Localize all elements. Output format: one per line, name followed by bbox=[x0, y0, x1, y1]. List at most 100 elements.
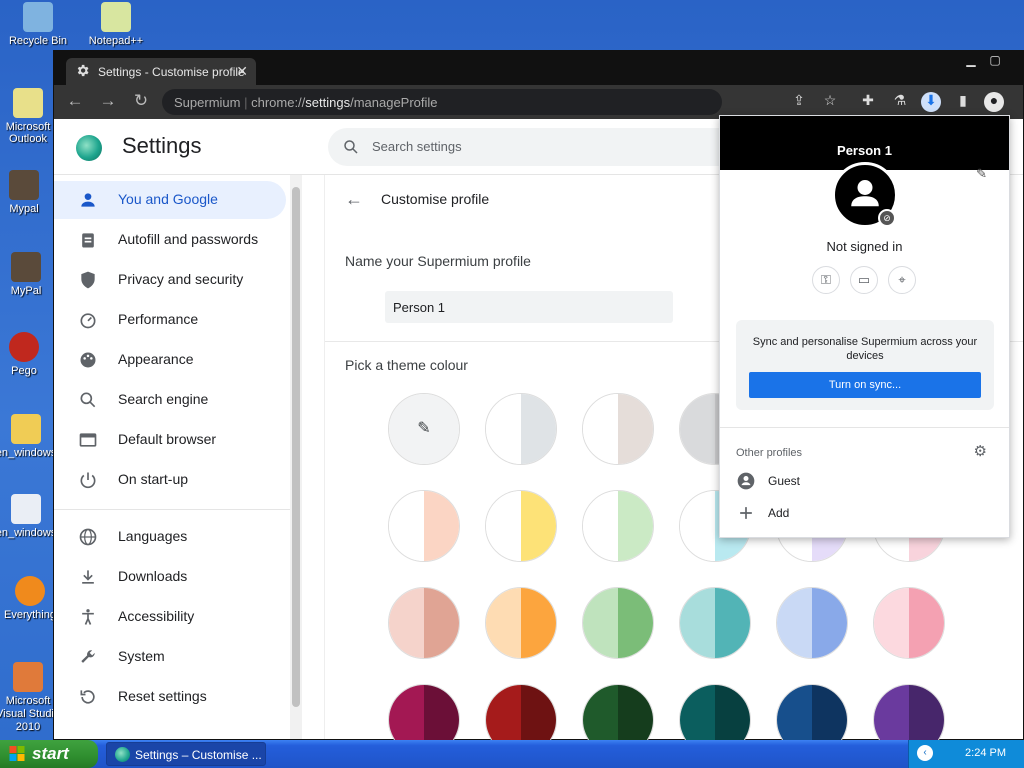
file-icon bbox=[11, 494, 41, 524]
sidebar-item-label: Downloads bbox=[118, 568, 188, 584]
edit-pencil-icon[interactable]: ✎ bbox=[976, 166, 987, 182]
search-icon bbox=[344, 140, 358, 154]
swatch-right-half bbox=[521, 588, 556, 658]
sidebar-item-label: You and Google bbox=[118, 191, 218, 207]
download-icon[interactable]: ⬇ bbox=[921, 92, 941, 112]
payment-card-button[interactable]: ▭ bbox=[850, 266, 878, 294]
desktop-icon-recycle-bin[interactable]: Recycle Bin bbox=[0, 2, 76, 47]
add-profile-item[interactable]: Add bbox=[736, 503, 789, 523]
tray-expand-icon[interactable]: ‹ bbox=[917, 745, 933, 761]
pego-icon bbox=[9, 332, 39, 362]
back-button[interactable]: ← bbox=[64, 91, 86, 113]
desktop-icon-label: MyPal bbox=[10, 285, 42, 297]
sidebar-item-label: Appearance bbox=[118, 351, 194, 367]
swatch-right-half bbox=[618, 588, 653, 658]
manage-profiles-gear-icon[interactable]: ⚙ bbox=[974, 442, 987, 460]
turn-on-sync-button[interactable]: Turn on sync... bbox=[749, 372, 981, 398]
theme-colour-swatch[interactable] bbox=[776, 587, 848, 659]
sidebar-item-on-startup[interactable]: On start-up bbox=[54, 461, 286, 499]
search-placeholder: Search settings bbox=[372, 139, 462, 154]
swatch-right-half bbox=[618, 394, 653, 464]
url-path: /manageProfile bbox=[350, 95, 438, 110]
download-icon bbox=[82, 570, 94, 584]
gear-icon bbox=[77, 64, 89, 77]
back-arrow-icon[interactable]: ← bbox=[345, 189, 363, 210]
theme-colour-swatch[interactable] bbox=[582, 587, 654, 659]
lab-flask-icon[interactable]: ⚗ bbox=[890, 92, 910, 112]
sidebar-item-accessibility[interactable]: Accessibility bbox=[54, 598, 286, 636]
sidebar-item-autofill[interactable]: Autofill and passwords bbox=[54, 221, 286, 259]
tab-settings[interactable]: Settings - Customise profile ✕ bbox=[66, 58, 256, 85]
theme-colour-swatch[interactable] bbox=[582, 393, 654, 465]
person-icon bbox=[81, 193, 95, 207]
url-scheme: chrome:// bbox=[251, 95, 306, 110]
desktop-icon-label: Mypal bbox=[9, 203, 39, 215]
passwords-key-button[interactable]: ⚿ bbox=[812, 266, 840, 294]
swatch-right-half bbox=[424, 588, 459, 658]
theme-colour-swatch[interactable] bbox=[485, 490, 557, 562]
taskbar-item-settings[interactable]: Settings – Customise ... bbox=[106, 742, 266, 766]
forward-button[interactable]: → bbox=[97, 91, 119, 113]
page-title: Settings bbox=[122, 133, 202, 158]
share-icon[interactable]: ⇪ bbox=[789, 92, 809, 112]
theme-colour-swatch[interactable]: ✎ bbox=[388, 393, 460, 465]
bookmark-star-icon[interactable]: ☆ bbox=[820, 92, 840, 112]
desktop-icon-label: en_windows bbox=[0, 447, 57, 459]
sidebar-item-label: Accessibility bbox=[118, 608, 195, 624]
desktop-icon-notepadpp[interactable]: Notepad++ bbox=[78, 2, 154, 47]
sidebar-item-label: Languages bbox=[118, 528, 188, 544]
taskbar-item-label: Settings – Customise ... bbox=[135, 748, 262, 762]
scrollbar-thumb[interactable] bbox=[292, 187, 300, 707]
reload-button[interactable]: ↻ bbox=[130, 91, 152, 113]
clipboard-icon bbox=[82, 233, 94, 248]
sidebar-item-search-engine[interactable]: Search engine bbox=[54, 381, 286, 419]
address-bar[interactable]: Supermium | chrome://settings/manageProf… bbox=[162, 89, 722, 115]
swatch-right-half bbox=[812, 588, 847, 658]
extensions-puzzle-icon[interactable]: ✚ bbox=[858, 92, 878, 112]
sync-promo: Sync and personalise Supermium across yo… bbox=[736, 320, 994, 410]
sidebar-item-label: Performance bbox=[118, 311, 199, 327]
swatch-left-half bbox=[777, 588, 812, 658]
sidebar-item-privacy[interactable]: Privacy and security bbox=[54, 261, 286, 299]
guest-avatar-icon bbox=[737, 472, 755, 490]
browser-window-icon bbox=[79, 433, 97, 447]
section-heading: Customise profile bbox=[381, 191, 490, 207]
side-panel-icon[interactable]: ▮ bbox=[953, 92, 973, 112]
theme-colour-swatch[interactable] bbox=[582, 490, 654, 562]
theme-colour-swatch[interactable] bbox=[679, 587, 751, 659]
swatch-left-half bbox=[583, 491, 618, 561]
start-button[interactable]: start bbox=[0, 740, 98, 768]
profile-name-input[interactable]: Person 1 bbox=[385, 291, 673, 323]
theme-label: Pick a theme colour bbox=[345, 357, 468, 373]
sidebar-item-you-and-google[interactable]: You and Google bbox=[54, 181, 286, 219]
sidebar-item-downloads[interactable]: Downloads bbox=[54, 558, 286, 596]
sidebar-item-languages[interactable]: Languages bbox=[54, 518, 286, 556]
minimize-button[interactable]: ▁ bbox=[959, 53, 983, 69]
addresses-pin-button[interactable]: ⌖ bbox=[888, 266, 916, 294]
tab-title: Settings - Customise profile bbox=[98, 65, 245, 79]
theme-colour-swatch[interactable] bbox=[485, 393, 557, 465]
search-input[interactable]: Search settings bbox=[328, 128, 748, 166]
theme-colour-swatch[interactable] bbox=[485, 587, 557, 659]
desktop-icon-label: Microsoft Visual Studio 2010 bbox=[0, 695, 60, 733]
profile-avatar-icon[interactable]: ● bbox=[984, 92, 1004, 112]
profile-name: Person 1 bbox=[837, 143, 892, 158]
close-tab-icon[interactable]: ✕ bbox=[236, 63, 248, 80]
sidebar-item-reset[interactable]: Reset settings bbox=[54, 678, 286, 716]
mypal-icon bbox=[9, 170, 39, 200]
sidebar-scrollbar[interactable] bbox=[290, 175, 302, 739]
sidebar-item-appearance[interactable]: Appearance bbox=[54, 341, 286, 379]
url-host: Supermium bbox=[174, 95, 241, 110]
sidebar-item-default-browser[interactable]: Default browser bbox=[54, 421, 286, 459]
sidebar-item-performance[interactable]: Performance bbox=[54, 301, 286, 339]
swatch-left-half bbox=[486, 394, 521, 464]
sidebar-item-system[interactable]: System bbox=[54, 638, 286, 676]
visual-studio-icon bbox=[13, 662, 43, 692]
theme-colour-swatch[interactable] bbox=[873, 587, 945, 659]
theme-colour-swatch[interactable] bbox=[388, 587, 460, 659]
sidebar-item-label: Reset settings bbox=[118, 688, 207, 704]
swatch-left-half bbox=[389, 588, 424, 658]
theme-colour-swatch[interactable] bbox=[388, 490, 460, 562]
guest-profile-item[interactable]: Guest bbox=[736, 471, 800, 491]
maximize-button[interactable]: ▢ bbox=[983, 53, 1007, 69]
